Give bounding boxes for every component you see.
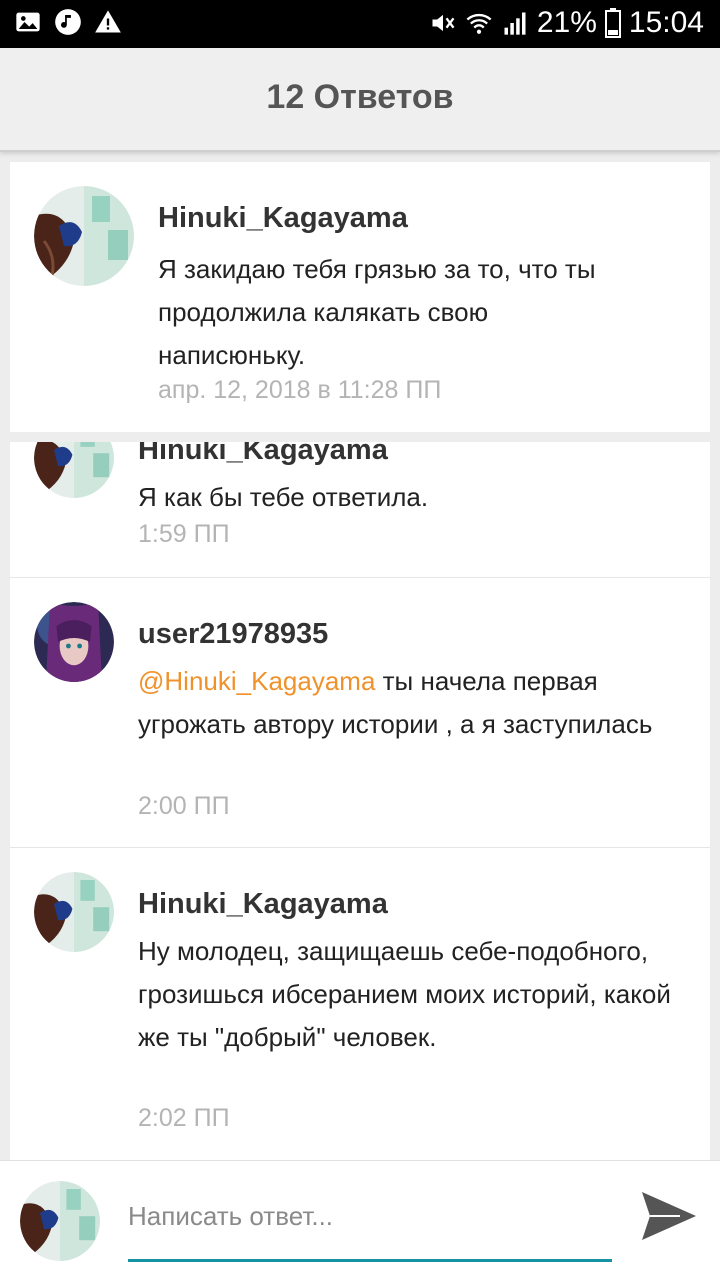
reply-author[interactable]: Hinuki_Kagayama — [138, 888, 388, 921]
divider — [10, 847, 710, 848]
battery-icon — [604, 8, 621, 38]
wifi-icon — [466, 13, 492, 34]
battery-percent: 21% — [536, 6, 597, 39]
reply-author[interactable]: user21978935 — [138, 618, 328, 651]
divider — [10, 577, 710, 578]
comment-text: Я закидаю тебя грязью за то, что ты прод… — [158, 254, 596, 370]
comment-timestamp: апр. 12, 2018 в 11:28 ПП — [158, 376, 442, 404]
mention-link[interactable]: @Hinuki_Kagayama — [138, 666, 375, 696]
avatar[interactable] — [34, 872, 114, 952]
app-bar: 12 Ответов — [0, 48, 720, 152]
avatar[interactable] — [34, 602, 114, 682]
signal-icon — [504, 12, 526, 35]
music-icon — [55, 9, 81, 35]
mute-icon — [432, 14, 455, 32]
page-title: 12 Ответов — [266, 78, 454, 116]
replies-list: Hinuki_Kagayama Я как бы тебе ответила. … — [10, 442, 710, 1160]
reply-input[interactable]: Написать ответ... — [128, 1201, 333, 1232]
avatar[interactable] — [34, 186, 134, 286]
reply-timestamp: 1:59 ПП — [138, 520, 230, 548]
parent-comment: Hinuki_Kagayama Я закидаю тебя грязью за… — [10, 162, 710, 432]
send-icon[interactable] — [640, 1190, 698, 1242]
avatar[interactable] — [34, 442, 114, 498]
reply-text: Ну молодец, защищаешь себе-подобного, гр… — [138, 936, 671, 1052]
image-icon — [16, 12, 40, 32]
clock: 15:04 — [628, 6, 704, 39]
warning-icon — [95, 10, 121, 33]
reply-author[interactable]: Hinuki_Kagayama — [138, 442, 388, 467]
status-bar: 21% 15:04 — [0, 0, 720, 48]
reply-timestamp: 2:02 ПП — [138, 1104, 230, 1132]
comment-author[interactable]: Hinuki_Kagayama — [158, 202, 408, 235]
reply-text: Я как бы тебе ответила. — [138, 482, 429, 512]
reply-text: @Hinuki_Kagayama ты начела первая угрожа… — [138, 660, 658, 746]
input-underline — [128, 1259, 612, 1262]
reply-composer: Написать ответ... — [0, 1160, 720, 1280]
reply-timestamp: 2:00 ПП — [138, 792, 230, 820]
current-user-avatar — [20, 1181, 100, 1261]
